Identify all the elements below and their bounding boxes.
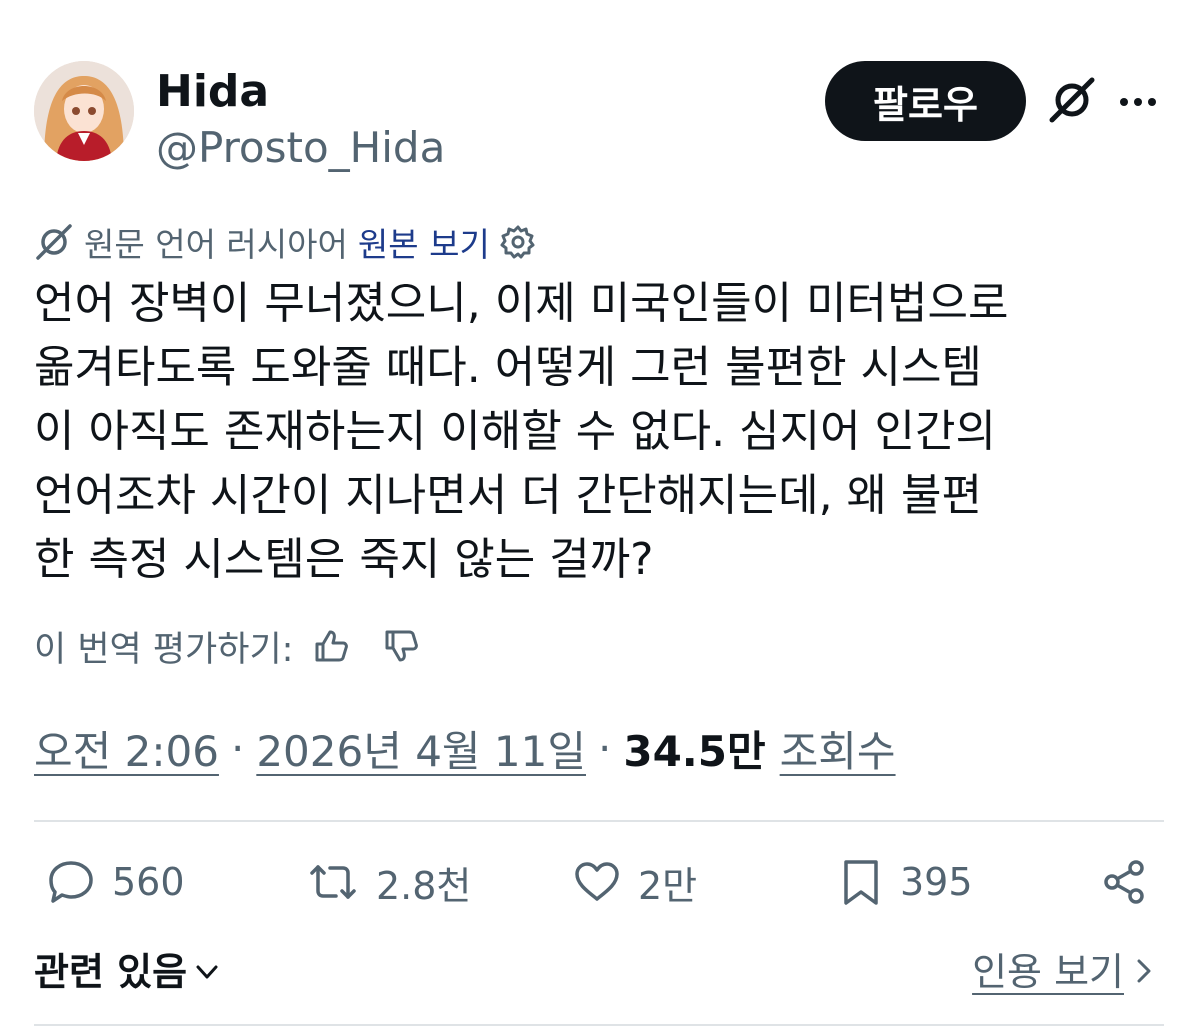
grok-icon[interactable] [1046,74,1098,126]
related-toggle[interactable]: 관련 있음 [34,940,221,996]
related-label: 관련 있음 [34,949,188,994]
views-count: 34.5만 [623,726,766,776]
thumbs-down-icon[interactable] [381,626,421,666]
like-button[interactable]: 2만 [572,852,697,912]
like-heart-icon [572,857,622,907]
translation-label: 원문 언어 러시아어 [84,225,348,264]
grok-icon [34,222,74,262]
bookmark-button[interactable]: 395 [838,852,973,912]
settings-gear-icon[interactable] [500,224,536,260]
view-quotes-link[interactable]: 인용 보기 [972,940,1156,996]
thumbs-up-icon[interactable] [311,626,351,666]
repost-button[interactable]: 2.8천 [306,852,471,912]
translation-info: 원문 언어 러시아어 원본 보기 [34,219,536,265]
views-label[interactable]: 조회수 [780,718,896,779]
tweet-text: 언어 장벽이 무너졌으니, 이제 미국인들이 미터법으로 옮겨타도록 도와줄 때… [34,278,1009,585]
follow-button[interactable]: 팔로우 [825,61,1026,141]
display-name[interactable]: Hida [156,66,269,118]
more-icon[interactable] [1116,80,1160,124]
show-original-link[interactable]: 원본 보기 [358,218,490,266]
rate-translation-label: 이 번역 평가하기: [34,629,294,670]
timestamp-date[interactable]: 2026년 4월 11일 [256,718,586,779]
action-bar: 560 2.8천 2만 395 [34,852,1164,912]
repost-icon [306,857,360,907]
bookmark-icon [838,857,884,907]
view-quotes-label: 인용 보기 [972,949,1124,994]
like-count: 2만 [638,863,698,908]
chevron-right-icon [1132,956,1156,986]
rate-translation: 이 번역 평가하기: [34,620,421,672]
user-handle[interactable]: @Prosto_Hida [156,122,445,174]
avatar[interactable] [34,61,134,161]
bookmark-count: 395 [900,860,973,904]
reply-count: 560 [112,860,185,904]
meta-separator: · [230,723,245,773]
meta-separator: · [598,723,612,773]
repost-count: 2.8천 [376,863,472,908]
share-icon [1100,857,1150,907]
reply-button[interactable]: 560 [46,852,185,912]
tweet-meta: 오전 2:06 · 2026년 4월 11일 · 34.5만 조회수 [34,718,896,778]
timestamp-time[interactable]: 오전 2:06 [34,718,219,779]
reply-icon [46,857,96,907]
divider [34,1024,1164,1026]
divider [34,820,1164,822]
chevron-down-icon [193,958,221,986]
share-button[interactable] [1100,852,1150,912]
